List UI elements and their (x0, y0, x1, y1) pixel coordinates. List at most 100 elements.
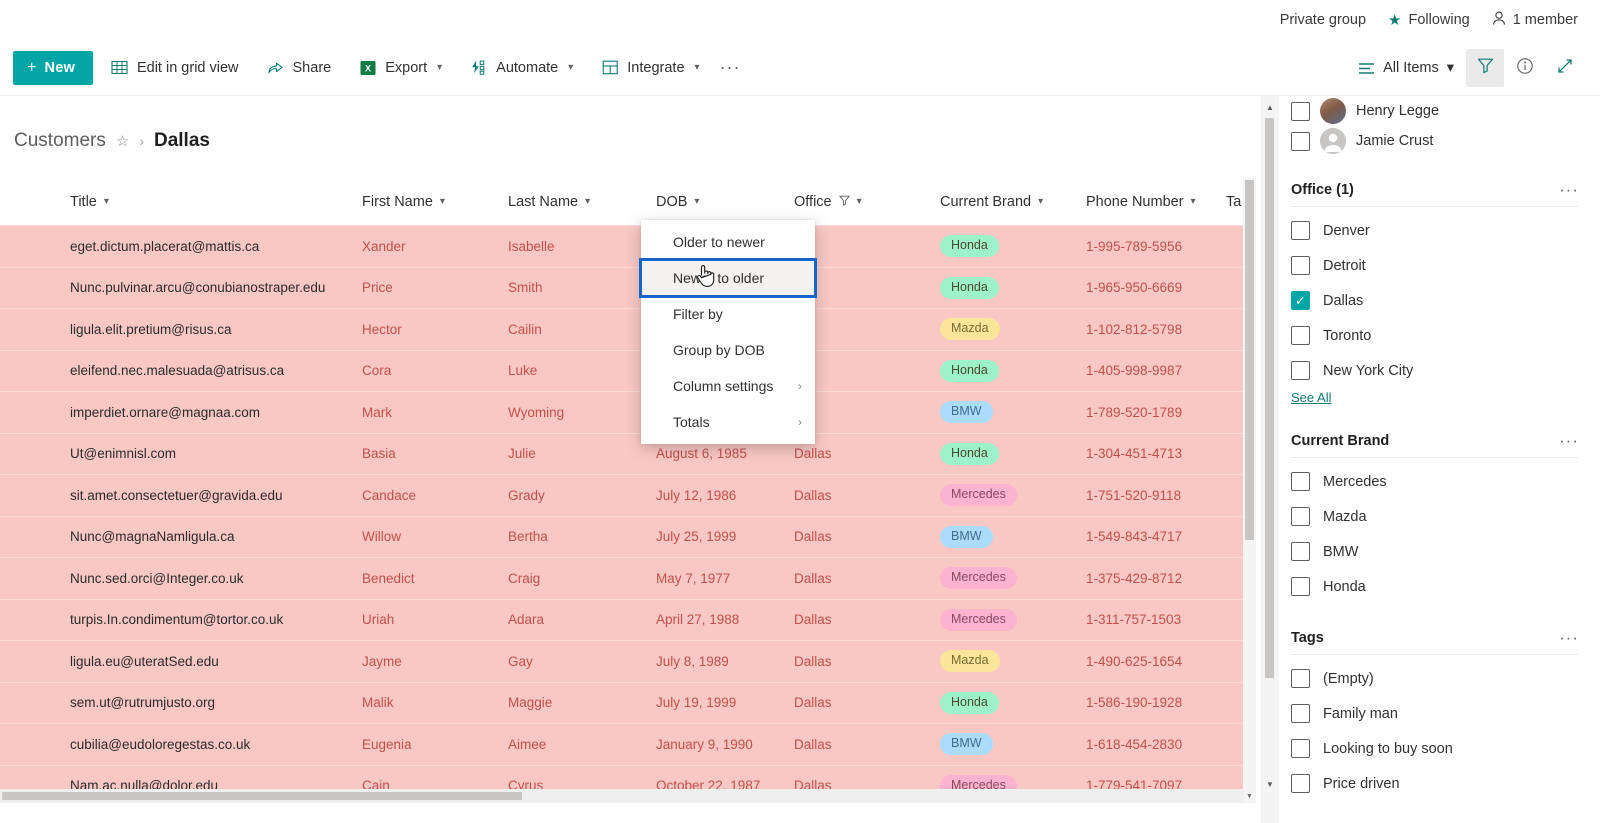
breadcrumb: Customers ☆ › Dallas (14, 130, 210, 152)
filter-scroll-up-arrow[interactable]: ▲ (1261, 98, 1279, 116)
star-outline-icon[interactable]: ☆ (116, 132, 129, 150)
table-row[interactable]: Ut@enimnisl.com Basia Julie August 6, 1985 D… (0, 433, 1256, 475)
checkbox[interactable] (1291, 472, 1310, 491)
filter-pane-toggle[interactable] (1466, 49, 1504, 87)
table-row[interactable]: eleifend.nec.malesuada@atrisus.ca Cora Luk… (0, 350, 1256, 392)
column-header-current-brand[interactable]: Current Brand ▾ (940, 194, 1086, 210)
cell-last-name: Smith (508, 280, 543, 296)
more-commands-button[interactable]: ··· (710, 57, 751, 78)
filter-option-looking-to-buy-soon[interactable]: Looking to buy soon (1291, 731, 1600, 766)
checkbox[interactable] (1291, 669, 1310, 688)
filter-person-option[interactable]: Henry Legge (1291, 96, 1600, 126)
cell-current-brand: Mercedes (940, 484, 1086, 507)
filter-section-overflow-button[interactable]: ··· (1559, 628, 1579, 648)
share-button[interactable]: Share (257, 48, 342, 88)
chevron-down-icon: ▾ (1446, 60, 1454, 76)
table-row[interactable]: imperdiet.ornare@magnaa.com Mark Wyoming la… (0, 392, 1256, 434)
filter-person-option[interactable]: Jamie Crust (1291, 126, 1600, 156)
checkbox[interactable] (1291, 221, 1310, 240)
table-row[interactable]: ligula.elit.pretium@risus.ca Hector Cailin… (0, 309, 1256, 351)
see-all-link[interactable]: See All (1291, 390, 1331, 405)
cell-first-name: Benedict (362, 570, 415, 586)
context-menu-item-group-by-dob[interactable]: Group by DOB (641, 332, 815, 368)
checkbox[interactable] (1291, 739, 1310, 758)
checkbox[interactable] (1291, 131, 1310, 151)
table-row[interactable]: ligula.eu@uteratSed.edu Jayme Gay July 8, 1… (0, 641, 1256, 683)
list-view-icon (1357, 59, 1375, 77)
table-row[interactable]: Nunc.sed.orci@Integer.co.uk Benedict Craig… (0, 558, 1256, 600)
filter-scroll-thumb[interactable] (1265, 118, 1274, 678)
column-header-dob[interactable]: DOB ▾ (656, 194, 794, 210)
cell-last-name: Isabelle (508, 238, 555, 254)
context-menu-item-newer-to-older[interactable]: Newer to older (639, 258, 817, 298)
filter-section-overflow-button[interactable]: ··· (1559, 180, 1579, 200)
column-header-last-name[interactable]: Last Name ▾ (508, 194, 656, 210)
checkbox[interactable] (1291, 291, 1310, 310)
page-title: Dallas (153, 130, 210, 151)
filter-option-honda[interactable]: Honda (1291, 569, 1600, 604)
breadcrumb-root[interactable]: Customers (14, 130, 106, 152)
cell-first-name: Price (362, 280, 393, 296)
filter-option-toronto[interactable]: Toronto (1291, 318, 1600, 353)
context-menu-item-older-to-newer[interactable]: Older to newer (641, 224, 815, 260)
table-row[interactable]: sem.ut@rutrumjusto.org Malik Maggie July 19… (0, 682, 1256, 724)
view-selector[interactable]: All Items ▾ (1347, 49, 1464, 87)
cell-office: Dallas (794, 487, 832, 503)
filter-section-overflow-button[interactable]: ··· (1559, 431, 1579, 451)
filter-option-detroit[interactable]: Detroit (1291, 248, 1600, 283)
filter-option-mercedes[interactable]: Mercedes (1291, 464, 1600, 499)
automate-button[interactable]: Automate ▾ (460, 48, 583, 88)
scroll-down-arrow[interactable]: ▼ (1243, 790, 1256, 803)
table-row[interactable]: eget.dictum.placerat@mattis.ca Xander Isab… (0, 226, 1256, 268)
filter-option-new-york-city[interactable]: New York City (1291, 353, 1600, 388)
filter-option-price-driven[interactable]: Price driven (1291, 766, 1600, 801)
context-menu-item-column-settings[interactable]: Column settings › (641, 368, 815, 404)
cell-phone-number: 1-995-789-5956 (1086, 238, 1183, 254)
checkbox[interactable] (1291, 704, 1310, 723)
filter-pane-scrollbar[interactable]: ▲ ▼ (1261, 96, 1279, 823)
table-row[interactable]: cubilia@eudoloregestas.co.uk Eugenia Aimee… (0, 724, 1256, 766)
filter-option-mazda[interactable]: Mazda (1291, 499, 1600, 534)
column-header-office[interactable]: Office ▾ (794, 194, 940, 210)
edit-in-grid-view-button[interactable]: Edit in grid view (101, 48, 249, 88)
expand-button[interactable] (1546, 49, 1584, 87)
list-scroll-thumb[interactable] (1245, 180, 1254, 540)
new-button[interactable]: + New (13, 50, 93, 85)
filter-option-denver[interactable]: Denver (1291, 213, 1600, 248)
column-header-first-name[interactable]: First Name ▾ (362, 194, 508, 210)
checkbox[interactable] (1291, 101, 1310, 121)
list-view: Title ▾ First Name ▾ Last Name ▾ DOB ▾ Office ▾ Cu… (0, 178, 1256, 803)
checkbox[interactable] (1291, 577, 1310, 596)
checkbox[interactable] (1291, 256, 1310, 275)
context-menu-item-filter-by[interactable]: Filter by (641, 296, 815, 332)
filter-option-bmw[interactable]: BMW (1291, 534, 1600, 569)
checkbox[interactable] (1291, 326, 1310, 345)
column-header-title[interactable]: Title ▾ (70, 194, 362, 210)
horizontal-scroll-thumb[interactable] (2, 792, 522, 800)
context-menu-item-totals[interactable]: Totals › (641, 404, 815, 440)
filter-option-dallas[interactable]: Dallas (1291, 283, 1600, 318)
list-vertical-scrollbar[interactable]: ▲ ▼ (1243, 178, 1256, 803)
filter-scroll-down-arrow[interactable]: ▼ (1261, 775, 1279, 793)
table-row[interactable]: turpis.In.condimentum@tortor.co.uk Uriah A… (0, 599, 1256, 641)
context-menu-item-label: Group by DOB (673, 342, 765, 358)
integrate-button[interactable]: Integrate ▾ (591, 48, 709, 88)
cell-last-name: Aimee (508, 736, 547, 752)
table-row[interactable]: sit.amet.consectetuer@gravida.edu Candace… (0, 475, 1256, 517)
cell-phone-number: 1-549-843-4717 (1086, 529, 1183, 545)
table-row[interactable]: Nunc@magnaNamligula.ca Willow Bertha July 2… (0, 516, 1256, 558)
checkbox[interactable] (1291, 774, 1310, 793)
table-row[interactable]: Nunc.pulvinar.arcu@conubianostraper.edu P… (0, 267, 1256, 309)
filter-option-family-man[interactable]: Family man (1291, 696, 1600, 731)
following-button[interactable]: ★ Following (1388, 12, 1470, 28)
export-button[interactable]: X Export ▾ (349, 48, 452, 88)
column-header-phone-number[interactable]: Phone Number ▾ (1086, 194, 1226, 210)
checkbox[interactable] (1291, 507, 1310, 526)
details-info-button[interactable] (1506, 49, 1544, 87)
filter-section-header: Tags ··· (1291, 628, 1600, 648)
members-button[interactable]: 1 member (1492, 11, 1578, 29)
checkbox[interactable] (1291, 361, 1310, 380)
checkbox[interactable] (1291, 542, 1310, 561)
filter-option--empty-[interactable]: (Empty) (1291, 661, 1600, 696)
horizontal-scrollbar[interactable] (0, 789, 1256, 803)
